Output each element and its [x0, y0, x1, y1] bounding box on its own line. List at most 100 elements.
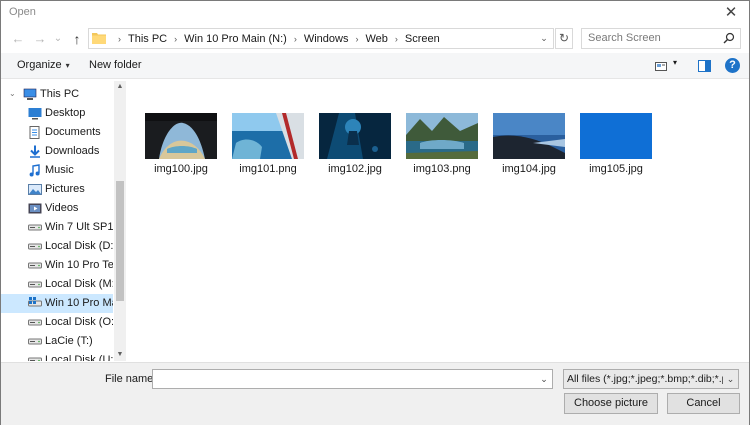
recent-locations-chevron-icon[interactable]: ⌄	[49, 29, 67, 49]
sidebar-item[interactable]: ⌄ This PC	[1, 85, 113, 104]
expand-chevron-icon[interactable]: ⌄	[9, 89, 16, 98]
command-bar: Organize ▾ New folder ▾ ?	[1, 53, 749, 79]
documents-icon	[29, 126, 40, 139]
sidebar-item-label: Desktop	[45, 107, 86, 119]
sidebar-item-label: Pictures	[45, 183, 85, 195]
navigation-pane: ⌄ This PC Desktop Documents Downloads Music Pi…	[1, 81, 126, 361]
sidebar-item[interactable]: Videos	[1, 199, 113, 218]
image-thumbnail	[493, 113, 565, 159]
drive-icon	[28, 224, 42, 231]
scroll-down-icon[interactable]: ▼	[114, 349, 126, 361]
sidebar-item[interactable]: Local Disk (D:)	[1, 237, 113, 256]
file-item[interactable]: img102.jpg	[313, 111, 397, 181]
sidebar-item-label: Win 10 Pro Test (	[45, 259, 113, 271]
sidebar-item[interactable]: Win 10 Pro Main	[1, 294, 113, 313]
up-arrow-icon[interactable]: ↑	[68, 29, 86, 49]
search-placeholder: Search Screen	[588, 32, 661, 44]
preview-pane-icon[interactable]	[698, 58, 711, 74]
image-thumbnail	[406, 113, 478, 159]
search-box[interactable]: Search Screen	[581, 28, 741, 49]
desktop-icon	[28, 108, 42, 120]
file-name-input[interactable]: ⌄	[152, 369, 553, 389]
sidebar-item-label: Videos	[45, 202, 79, 214]
cancel-button[interactable]: Cancel	[667, 393, 740, 414]
sidebar-item-label: Music	[45, 164, 74, 176]
sidebar-item-label: Local Disk (U:)	[45, 354, 113, 361]
help-icon[interactable]: ?	[725, 58, 740, 73]
scroll-up-icon[interactable]: ▲	[114, 81, 126, 93]
file-name: img102.jpg	[328, 163, 382, 175]
navigation-bar: ← → ⌄ ↑ › This PC › Win 10 Pro Main (N:) › Wi…	[1, 27, 749, 51]
file-item[interactable]: img100.jpg	[139, 111, 223, 181]
sidebar-item-label: LaCie (T:)	[45, 335, 93, 347]
drive-icon	[28, 262, 42, 269]
organize-button[interactable]: Organize ▾	[17, 59, 70, 71]
caret-down-icon: ▾	[65, 61, 70, 70]
sidebar-item[interactable]: Music	[1, 161, 113, 180]
sidebar-item-label: This PC	[40, 88, 80, 100]
back-arrow-icon[interactable]: ←	[9, 29, 27, 49]
sidebar-item-label: Local Disk (D:)	[45, 240, 113, 252]
drive-icon	[28, 357, 42, 361]
file-type-dropdown-chevron-icon[interactable]: ⌄	[723, 370, 738, 388]
music-icon	[29, 164, 40, 177]
file-item[interactable]: img101.png	[226, 111, 310, 181]
sidebar-item[interactable]: Pictures	[1, 180, 113, 199]
choose-picture-button[interactable]: Choose picture	[564, 393, 658, 414]
organize-label: Organize	[17, 59, 62, 71]
file-name: img104.jpg	[502, 163, 556, 175]
sidebar-item[interactable]: Documents	[1, 123, 113, 142]
breadcrumb-separator-icon[interactable]: ›	[395, 34, 398, 44]
dialog-footer: File name: ⌄ All files (*.jpg;*.jpeg;*.b…	[1, 362, 749, 425]
sidebar-item[interactable]: Win 7 Ult SP1 Ma	[1, 218, 113, 237]
sidebar-item-label: Local Disk (O:)	[45, 316, 113, 328]
navigation-scrollbar[interactable]: ▲ ▼	[114, 81, 126, 361]
image-thumbnail	[580, 113, 652, 159]
file-name-label: File name:	[105, 373, 157, 385]
scroll-thumb[interactable]	[116, 181, 124, 301]
breadcrumb-segment[interactable]: Windows	[304, 33, 349, 45]
breadcrumb-segment[interactable]: Web	[365, 33, 387, 45]
file-name-dropdown-chevron-icon[interactable]: ⌄	[536, 370, 552, 388]
close-icon[interactable]: ✕	[721, 3, 741, 23]
sidebar-item[interactable]: Local Disk (O:)	[1, 313, 113, 332]
breadcrumb-segment[interactable]: Win 10 Pro Main (N:)	[184, 33, 287, 45]
breadcrumb-segment[interactable]: Screen	[405, 33, 440, 45]
sidebar-item[interactable]: LaCie (T:)	[1, 332, 113, 351]
forward-arrow-icon[interactable]: →	[31, 29, 49, 49]
sidebar-item[interactable]: Local Disk (M:)	[1, 275, 113, 294]
file-item[interactable]: img105.jpg	[574, 111, 658, 181]
breadcrumb-segment[interactable]: This PC	[128, 33, 167, 45]
view-options-caret-icon[interactable]: ▾	[673, 58, 677, 67]
breadcrumb-separator-icon[interactable]: ›	[118, 34, 121, 44]
file-type-select[interactable]: All files (*.jpg;*.jpeg;*.bmp;*.dib;*.pn…	[563, 369, 739, 389]
address-bar[interactable]: › This PC › Win 10 Pro Main (N:) › Windows › We…	[88, 28, 554, 49]
sidebar-item[interactable]: Downloads	[1, 142, 113, 161]
address-dropdown-chevron-icon[interactable]: ⌄	[536, 29, 552, 48]
downloads-icon	[30, 145, 40, 158]
windows-drive-icon	[28, 297, 42, 307]
file-name: img105.jpg	[589, 163, 643, 175]
search-icon[interactable]	[723, 32, 735, 44]
sidebar-item[interactable]: Win 10 Pro Test (	[1, 256, 113, 275]
drive-icon	[28, 281, 42, 288]
sidebar-item-label: Documents	[45, 126, 101, 138]
breadcrumb-separator-icon[interactable]: ›	[355, 34, 358, 44]
sidebar-item-label: Win 7 Ult SP1 Ma	[45, 221, 113, 233]
file-item[interactable]: img104.jpg	[487, 111, 571, 181]
file-name: img103.png	[413, 163, 471, 175]
drive-icon	[28, 243, 42, 250]
sidebar-item[interactable]: Local Disk (U:)	[1, 351, 113, 361]
pc-icon	[23, 88, 37, 100]
view-options-icon[interactable]	[655, 58, 667, 74]
file-item[interactable]: img103.png	[400, 111, 484, 181]
refresh-icon[interactable]: ↻	[555, 28, 573, 49]
sidebar-item[interactable]: Desktop	[1, 104, 113, 123]
breadcrumb-separator-icon[interactable]: ›	[294, 34, 297, 44]
open-dialog: Open ✕ ← → ⌄ ↑ › This PC › Win 10 Pro Main …	[0, 0, 750, 425]
drive-icon	[28, 338, 42, 345]
file-name: img100.jpg	[154, 163, 208, 175]
sidebar-item-label: Local Disk (M:)	[45, 278, 113, 290]
new-folder-button[interactable]: New folder	[89, 59, 142, 71]
breadcrumb-separator-icon[interactable]: ›	[174, 34, 177, 44]
